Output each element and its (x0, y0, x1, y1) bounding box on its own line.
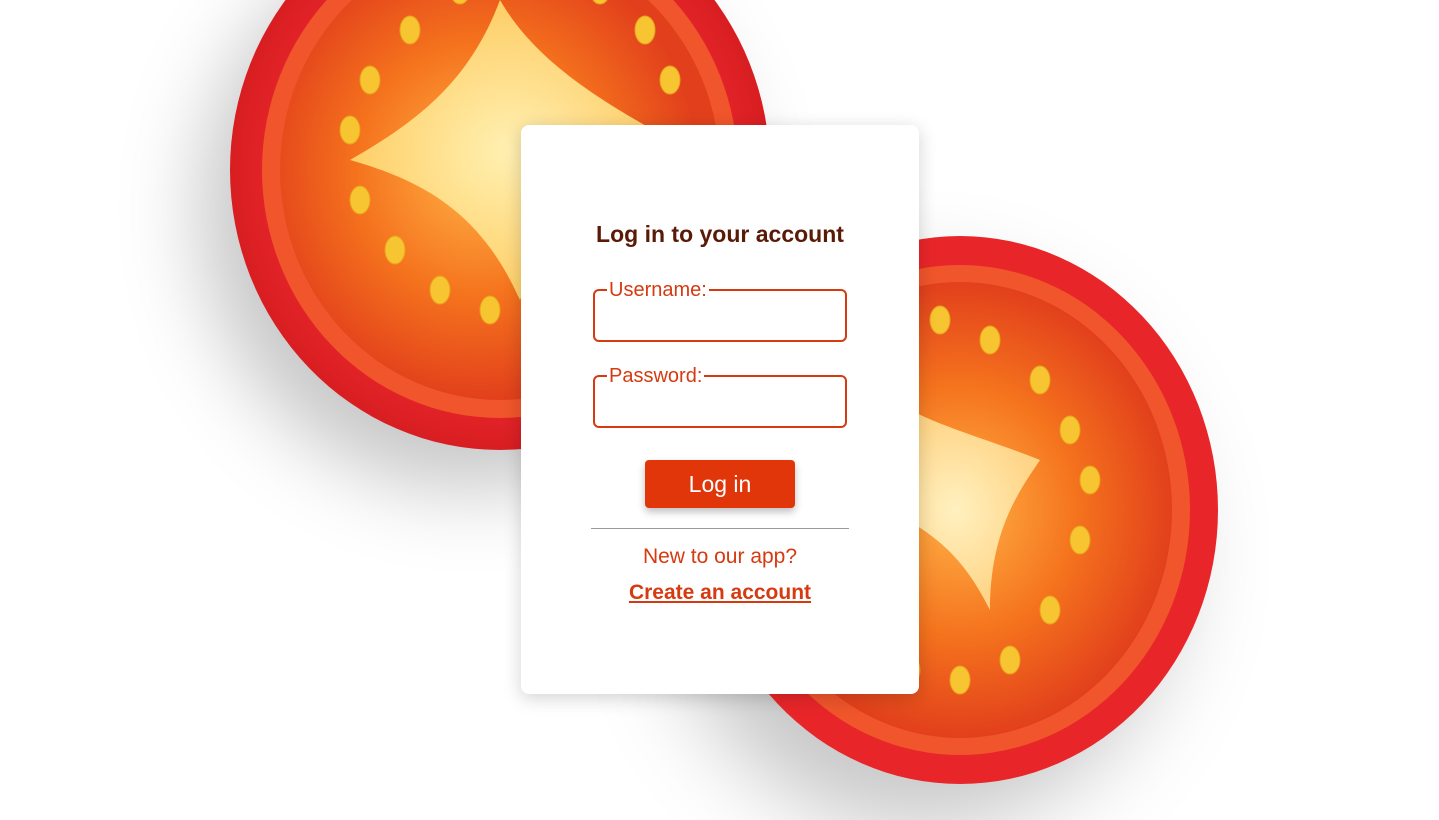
username-input[interactable] (603, 310, 841, 342)
password-input[interactable] (603, 396, 841, 428)
password-label: Password: (609, 365, 703, 387)
divider (591, 528, 849, 529)
username-label: Username: (609, 279, 707, 301)
page-background: Log in to your account Username: Passwor… (0, 0, 1439, 820)
password-fieldset: Password: (593, 366, 847, 428)
signup-prompt: New to our app? (642, 545, 798, 568)
login-card: Log in to your account Username: Passwor… (521, 125, 919, 694)
login-title: Log in to your account (596, 221, 844, 247)
login-button[interactable]: Log in (645, 460, 795, 508)
create-account-link[interactable]: Create an account (521, 581, 919, 605)
username-fieldset: Username: (593, 280, 847, 342)
